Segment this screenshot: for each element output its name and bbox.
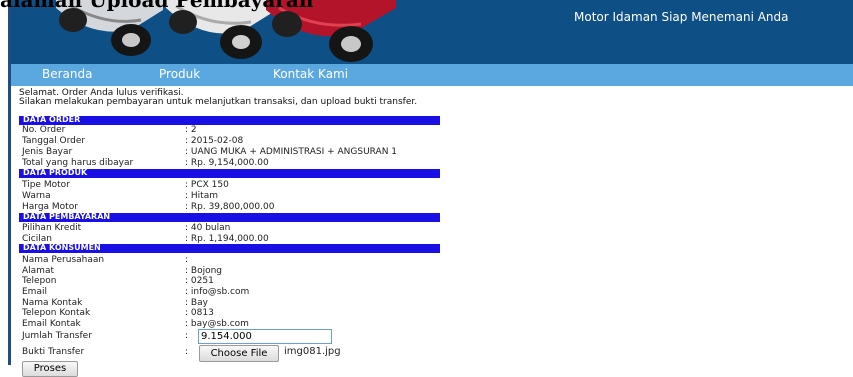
tagline: Motor Idaman Siap Menemani Anda [574,10,789,24]
order-date-label: Tanggal Order [22,136,86,146]
motor-price-label: Harga Motor [22,202,78,212]
address-label: Alamat [22,266,54,276]
total-due-label: Total yang harus dibayar [22,158,134,168]
order-date-value: : 2015-02-08 [185,136,244,146]
phone-label: Telepon [22,276,57,286]
order-number-value: : 2 [185,125,197,135]
section-title-konsumen: DATA KONSUMEN [23,243,101,252]
section-header-produk: DATA PRODUK [19,168,440,178]
section-title-order: DATA ORDER [23,115,81,124]
section-header-order: DATA ORDER [19,115,440,125]
nav-bar: Beranda Produk Kontak Kami [11,64,853,86]
selected-file-name: img081.jpg [284,346,341,357]
transfer-proof-label: Bukti Transfer [22,347,85,357]
nav-produk[interactable]: Produk [159,67,200,81]
color-label: Warna [22,191,51,201]
payment-instruction: Silakan melakukan pembayaran untuk melan… [19,97,418,107]
payment-type-label: Jenis Bayar [22,147,73,157]
address-value: : Bojong [185,266,222,276]
section-title-pembayaran: DATA PEMBAYARAN [23,212,111,221]
motor-type-label: Tipe Motor [22,180,70,190]
total-due-value: : Rp. 9,154,000.00 [185,158,269,168]
submit-button[interactable]: Proses [22,361,78,377]
company-name-value: : [185,255,189,265]
transfer-amount-label: Jumlah Transfer [22,331,92,341]
transfer-amount-colon: : [185,331,189,341]
email-label: Email [22,287,47,297]
credit-option-value: : 40 bulan [185,223,231,233]
transfer-proof-colon: : [185,347,189,357]
contact-name-value: : Bay [185,298,208,308]
section-header-pembayaran: DATA PEMBAYARAN [19,212,440,222]
phone-value: : 0251 [185,276,214,286]
order-number-label: No. Order [22,125,66,135]
motor-price-value: : Rp. 39,800,000.00 [185,202,275,212]
contact-name-label: Nama Kontak [22,298,83,308]
contact-phone-label: Telepon Kontak [22,308,91,318]
motor-type-value: : PCX 150 [185,180,229,190]
contact-phone-value: : 0813 [185,308,214,318]
left-border [8,0,11,365]
transfer-amount-input[interactable]: 9.154.000 [198,329,332,344]
color-value: : Hitam [185,191,218,201]
choose-file-button[interactable]: Choose File [199,345,279,362]
section-title-produk: DATA PRODUK [23,168,88,177]
contact-email-label: Email Kontak [22,319,81,329]
company-name-label: Nama Perusahaan [22,255,105,265]
email-value: : info@sb.com [185,287,250,297]
payment-type-value: : UANG MUKA + ADMINISTRASI + ANGSURAN 1 [185,147,398,157]
section-header-konsumen: DATA KONSUMEN [19,243,440,253]
installment-value: : Rp. 1,194,000.00 [185,234,269,244]
contact-email-value: : bay@sb.com [185,319,249,329]
credit-option-label: Pilihan Kredit [22,223,82,233]
page-title: alaman Upload Pembayaran [0,0,314,12]
nav-kontak-kami[interactable]: Kontak Kami [273,67,348,81]
nav-beranda[interactable]: Beranda [42,67,92,81]
